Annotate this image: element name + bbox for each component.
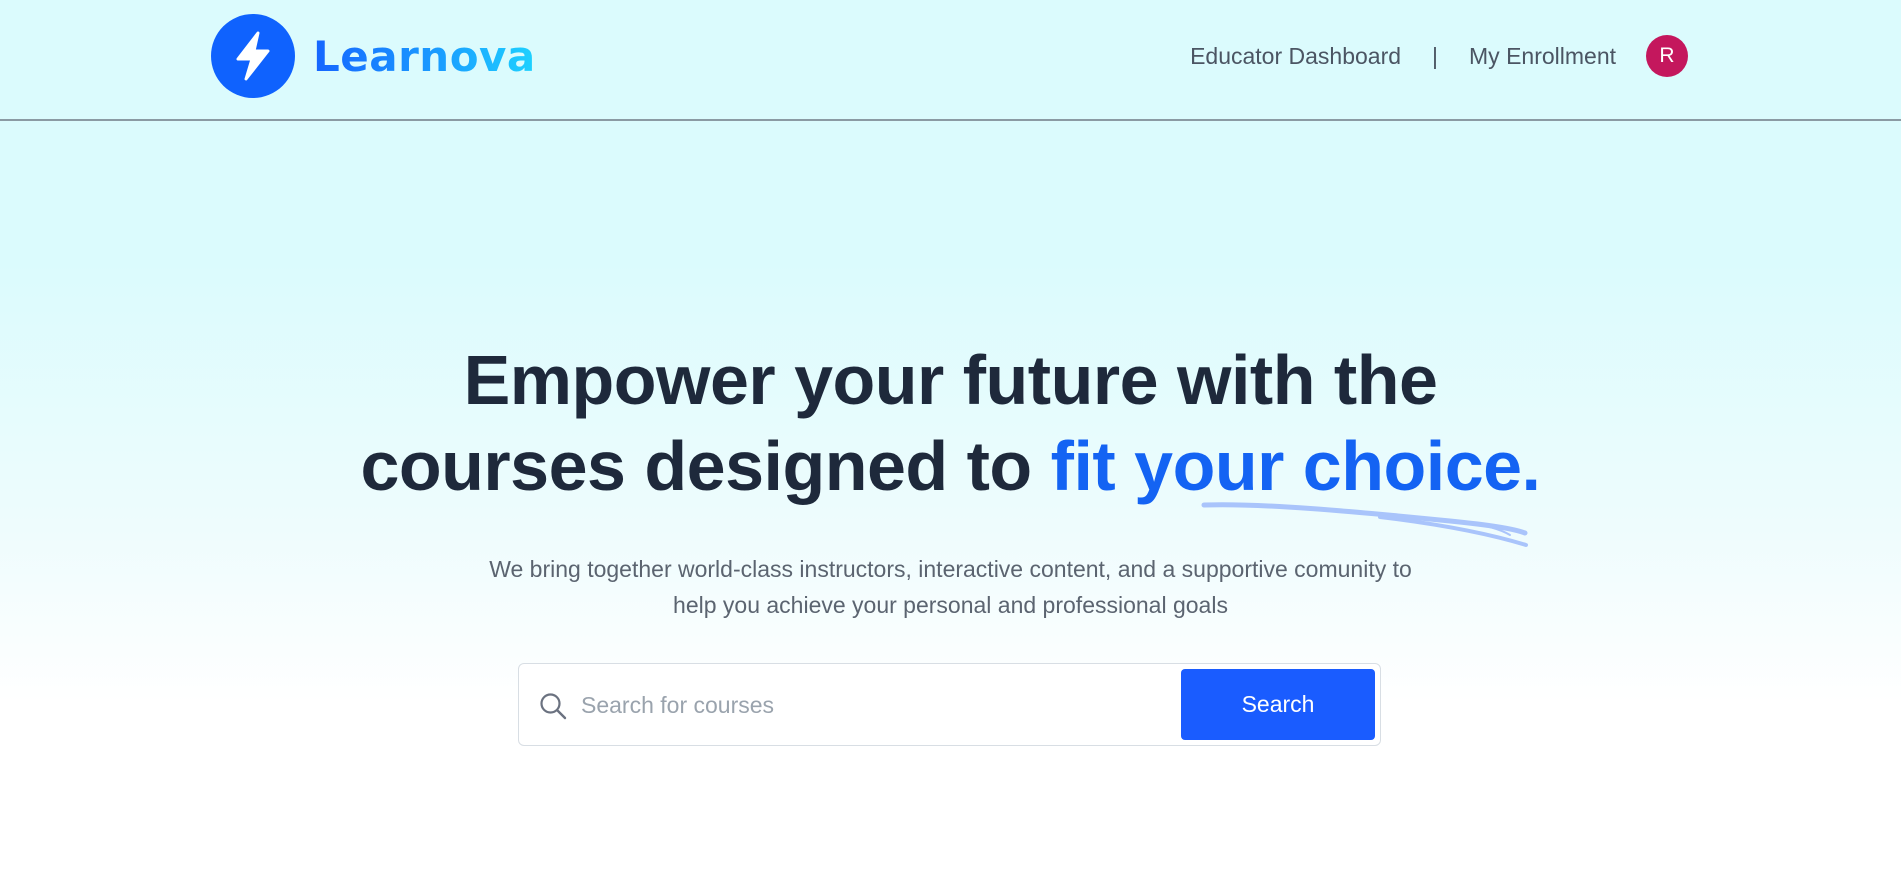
underline-scribble [1201, 502, 1528, 547]
top-nav: Educator Dashboard | My Enrollment R [1190, 35, 1688, 77]
hero-title-line1: Empower your future with the [463, 341, 1438, 419]
hero-title-line2: courses designed to [360, 427, 1051, 505]
hero-subtitle: We bring together world-class instructor… [0, 551, 1901, 623]
hero-title: Empower your future with the courses des… [0, 337, 1901, 509]
lightning-bolt-icon [211, 14, 295, 98]
brand-logo[interactable]: Learnova [211, 14, 536, 98]
search-button[interactable]: Search [1181, 669, 1375, 740]
user-avatar[interactable]: R [1646, 35, 1688, 77]
search-input[interactable] [581, 682, 1161, 728]
hero-subtitle-line1: We bring together world-class instructor… [489, 556, 1412, 582]
hero-title-accent: fit your choice. [1050, 427, 1541, 505]
my-enrollment-link[interactable]: My Enrollment [1469, 43, 1616, 70]
hero-subtitle-line2: help you achieve your personal and profe… [673, 592, 1228, 618]
nav-separator: | [1432, 42, 1439, 69]
educator-dashboard-link[interactable]: Educator Dashboard [1190, 43, 1401, 70]
search-icon [538, 691, 568, 721]
search-form: Search [518, 663, 1381, 746]
brand-name: Learnova [313, 31, 536, 81]
site-header: Learnova Educator Dashboard | My Enrollm… [0, 0, 1901, 121]
